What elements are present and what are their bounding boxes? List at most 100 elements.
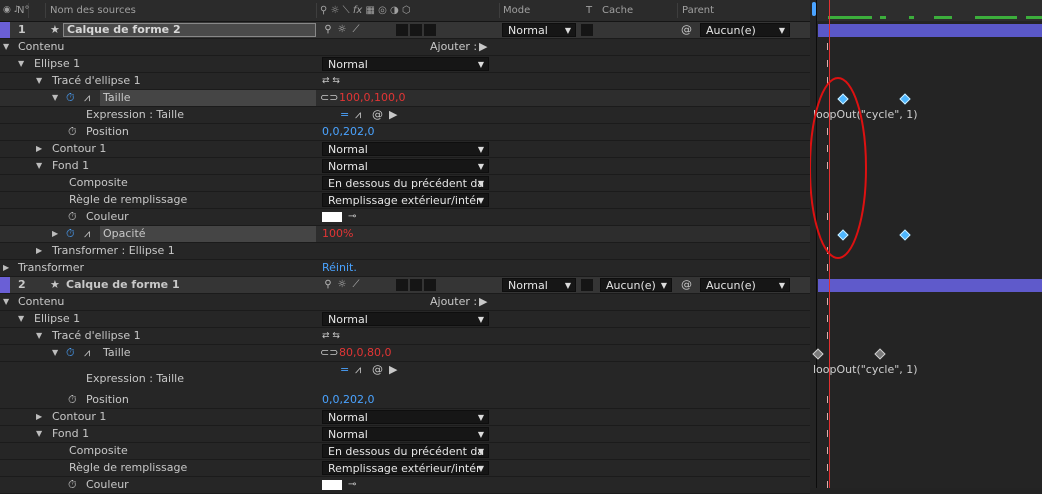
position-value[interactable]: 0,0,202,0 <box>322 392 374 408</box>
property-row[interactable]: ⏱ Couleur ⊸ <box>0 477 810 494</box>
quality-switch-icon[interactable]: ⟋ <box>350 24 362 36</box>
switch-box[interactable] <box>410 279 422 291</box>
twirl-open-icon[interactable]: ▼ <box>18 311 24 327</box>
mode-dropdown[interactable]: Normal ▼ <box>502 23 576 37</box>
layer-name[interactable]: Calque de forme 1 <box>66 277 180 293</box>
column-parent[interactable]: Parent <box>682 0 714 21</box>
property-row[interactable]: ▼ ⏱ ⩘ Taille ⊂⊃ 100,0,100,0 <box>0 90 810 107</box>
group-row[interactable]: ▼ Contenu Ajouter : ▶ <box>0 39 810 56</box>
pickwhip-icon[interactable]: @ <box>372 107 383 123</box>
group-row[interactable]: ▶ Transformer : Ellipse 1 <box>0 243 810 260</box>
column-mode[interactable]: Mode <box>503 0 530 21</box>
blend-mode-dropdown[interactable]: Normal ▼ <box>322 410 489 424</box>
parent-dropdown[interactable]: Aucun(e) ▼ <box>700 23 790 37</box>
group-row[interactable]: ▼ Fond 1 Normal ▼ <box>0 158 810 175</box>
group-row[interactable]: ▼ Tracé d'ellipse 1 ⇄ ⇆ <box>0 328 810 345</box>
twirl-open-icon[interactable]: ▼ <box>3 39 9 55</box>
stopwatch-icon[interactable]: ⏱ <box>66 345 75 361</box>
twirl-open-icon[interactable]: ▼ <box>18 56 24 72</box>
expression-language-icon[interactable]: ▶ <box>389 107 397 123</box>
switch-box[interactable] <box>424 279 436 291</box>
path-direction-icon[interactable]: ⇄ ⇆ <box>322 73 340 89</box>
group-row[interactable]: ▼ Contenu Ajouter : ▶ <box>0 294 810 311</box>
twirl-open-icon[interactable]: ▼ <box>52 90 58 106</box>
fill-rule-dropdown[interactable]: Remplissage extérieur/intér ▼ <box>322 193 489 207</box>
group-row[interactable]: ▶ Contour 1 Normal ▼ <box>0 141 810 158</box>
switch-box[interactable] <box>396 24 408 36</box>
group-row[interactable]: ▶ Transformer Réinit. <box>0 260 810 277</box>
stopwatch-icon[interactable]: ⏱ <box>68 124 77 140</box>
stopwatch-icon[interactable]: ⏱ <box>66 226 75 242</box>
twirl-closed-icon[interactable]: ▶ <box>52 226 58 242</box>
twirl-open-icon[interactable]: ▼ <box>52 345 58 361</box>
quality-switch-icon[interactable]: ⟋ <box>350 279 362 291</box>
property-row[interactable]: ⏱ Couleur ⊸ <box>0 209 810 226</box>
property-row[interactable]: Composite En dessous du précédent da ▼ <box>0 443 810 460</box>
path-direction-icon[interactable]: ⇄ ⇆ <box>322 328 340 344</box>
group-row[interactable]: ▼ Ellipse 1 Normal ▼ <box>0 311 810 328</box>
expression-enable-icon[interactable]: = <box>340 362 349 378</box>
trkmat-box[interactable] <box>581 24 593 36</box>
trkmat-box[interactable] <box>581 279 593 291</box>
pickwhip-icon[interactable]: @ <box>681 277 692 293</box>
label-color-swatch[interactable] <box>0 22 10 38</box>
composite-dropdown[interactable]: En dessous du précédent da ▼ <box>322 444 489 458</box>
blend-mode-dropdown[interactable]: Normal ▼ <box>322 57 489 71</box>
eyedropper-icon[interactable]: ⊸ <box>348 477 356 493</box>
column-cache[interactable]: Cache <box>602 0 633 21</box>
expression-graph-icon[interactable]: ⩘ <box>355 107 361 123</box>
twirl-closed-icon[interactable]: ▶ <box>36 409 42 425</box>
add-button-icon[interactable]: ▶ <box>479 39 487 55</box>
taille-value[interactable]: 80,0,80,0 <box>339 345 391 361</box>
graph-icon[interactable]: ⩘ <box>84 226 90 242</box>
add-button-icon[interactable]: ▶ <box>479 294 487 310</box>
collapse-switch-icon[interactable]: ☼ <box>336 279 348 291</box>
property-row[interactable]: Règle de remplissage Remplissage extérie… <box>0 460 810 477</box>
group-row[interactable]: ▼ Fond 1 Normal ▼ <box>0 426 810 443</box>
pickwhip-icon[interactable]: @ <box>681 22 692 38</box>
property-row[interactable]: ⏱ Position 0,0,202,0 <box>0 124 810 141</box>
layer-row[interactable]: 2 ★ Calque de forme 1 ⚲ ☼ ⟋ Normal ▼ Aucu… <box>0 277 810 294</box>
twirl-open-icon[interactable]: ▼ <box>36 328 42 344</box>
property-row[interactable]: ⏱ Position 0,0,202,0 <box>0 392 810 409</box>
shy-switch-icon[interactable]: ⚲ <box>322 279 334 291</box>
stopwatch-icon[interactable]: ⏱ <box>68 209 77 225</box>
composite-dropdown[interactable]: En dessous du précédent da ▼ <box>322 176 489 190</box>
stopwatch-icon[interactable]: ⏱ <box>66 90 75 106</box>
expression-enable-icon[interactable]: = <box>340 107 349 123</box>
color-swatch[interactable] <box>322 480 342 490</box>
column-source-name[interactable]: Nom des sources <box>50 0 136 21</box>
blend-mode-dropdown[interactable]: Normal ▼ <box>322 142 489 156</box>
twirl-closed-icon[interactable]: ▶ <box>36 243 42 259</box>
twirl-open-icon[interactable]: ▼ <box>36 73 42 89</box>
collapse-switch-icon[interactable]: ☼ <box>336 24 348 36</box>
twirl-closed-icon[interactable]: ▶ <box>36 141 42 157</box>
label-color-swatch[interactable] <box>0 277 10 293</box>
switch-box[interactable] <box>410 24 422 36</box>
graph-icon[interactable]: ⩘ <box>84 345 90 361</box>
mode-dropdown[interactable]: Normal ▼ <box>502 278 576 292</box>
group-row[interactable]: ▶ Contour 1 Normal ▼ <box>0 409 810 426</box>
expression-language-icon[interactable]: ▶ <box>389 362 397 378</box>
twirl-open-icon[interactable]: ▼ <box>36 426 42 442</box>
link-icon[interactable]: ⊂⊃ <box>320 90 338 106</box>
property-row[interactable]: ▶ ⏱ ⩘ Opacité 100% <box>0 226 810 243</box>
blend-mode-dropdown[interactable]: Normal ▼ <box>322 427 489 441</box>
opacite-value[interactable]: 100% <box>322 226 353 242</box>
fill-rule-dropdown[interactable]: Remplissage extérieur/intér ▼ <box>322 461 489 475</box>
taille-value[interactable]: 100,0,100,0 <box>339 90 405 106</box>
blend-mode-dropdown[interactable]: Normal ▼ <box>322 159 489 173</box>
position-value[interactable]: 0,0,202,0 <box>322 124 374 140</box>
property-row[interactable]: ▼ ⏱ ⩘ Taille ⊂⊃ 80,0,80,0 <box>0 345 810 362</box>
blend-mode-dropdown[interactable]: Normal ▼ <box>322 312 489 326</box>
property-row[interactable]: Règle de remplissage Remplissage extérie… <box>0 192 810 209</box>
twirl-closed-icon[interactable]: ▶ <box>3 260 9 276</box>
parent-dropdown[interactable]: Aucun(e) ▼ <box>700 278 790 292</box>
twirl-open-icon[interactable]: ▼ <box>3 294 9 310</box>
layer-row[interactable]: 1 ★ Calque de forme 2 ⚲ ☼ ⟋ Normal ▼ @ Au… <box>0 22 810 39</box>
switch-box[interactable] <box>424 24 436 36</box>
stopwatch-icon[interactable]: ⏱ <box>68 392 77 408</box>
eyedropper-icon[interactable]: ⊸ <box>348 209 356 225</box>
switch-box[interactable] <box>396 279 408 291</box>
link-icon[interactable]: ⊂⊃ <box>320 345 338 361</box>
